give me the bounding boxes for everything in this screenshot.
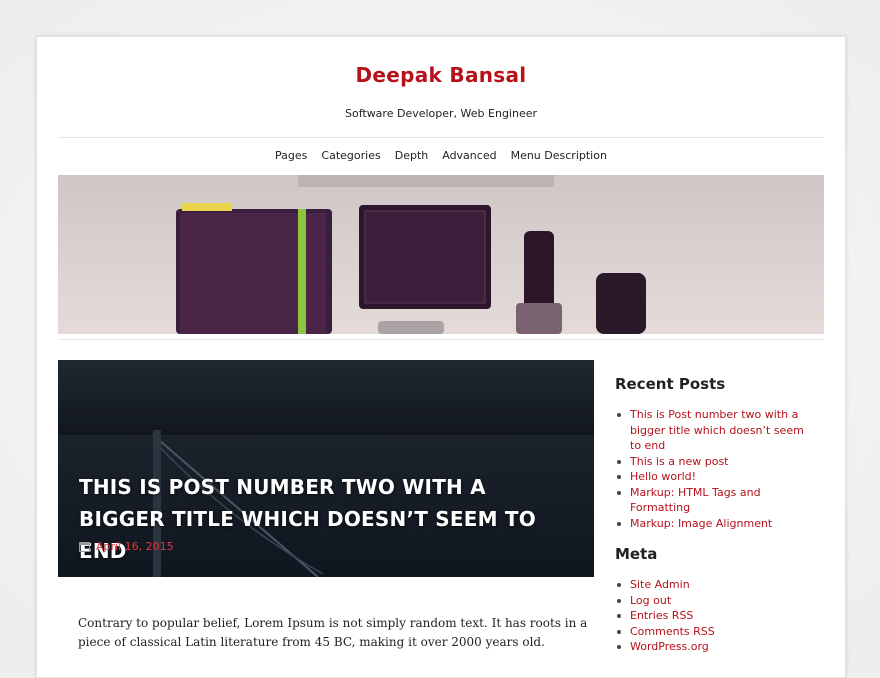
recent-post-link[interactable]: Markup: HTML Tags and Formatting [617, 485, 815, 516]
nav-item-depth[interactable]: Depth [395, 149, 429, 162]
nav-item-categories[interactable]: Categories [321, 149, 380, 162]
nav-item-menu-description[interactable]: Menu Description [511, 149, 607, 162]
sidebar: Recent Posts This is Post number two wit… [615, 375, 815, 669]
meta-widget: Meta Site Admin Log out Entries RSS Comm… [615, 545, 815, 655]
recent-post-link[interactable]: This is Post number two with a bigger ti… [617, 407, 815, 454]
recent-posts-title: Recent Posts [615, 375, 726, 393]
meta-link-site-admin[interactable]: Site Admin [617, 577, 815, 593]
meta-link-entries-rss[interactable]: Entries RSS [617, 608, 815, 624]
post-date-text[interactable]: April 16, 2015 [96, 540, 174, 553]
header-image [58, 175, 824, 334]
recent-post-link[interactable]: Hello world! [617, 469, 815, 485]
calendar-icon [79, 541, 90, 552]
meta-link-log-out[interactable]: Log out [617, 593, 815, 609]
divider [58, 339, 824, 340]
featured-post[interactable]: This is Post number two with a bigger ti… [58, 360, 594, 577]
meta-link-wordpress[interactable]: WordPress.org [617, 639, 815, 655]
recent-posts-widget: Recent Posts This is Post number two wit… [615, 375, 815, 531]
meta-list: Site Admin Log out Entries RSS Comments … [615, 577, 815, 655]
page-container: Deepak Bansal Software Developer, Web En… [36, 36, 846, 678]
nav-item-pages[interactable]: Pages [275, 149, 307, 162]
site-description: Software Developer, Web Engineer [344, 107, 538, 120]
site-title[interactable]: Deepak Bansal [37, 63, 845, 87]
post-excerpt: Contrary to popular belief, Lorem Ipsum … [78, 616, 588, 649]
meta-title: Meta [615, 545, 658, 563]
recent-posts-list: This is Post number two with a bigger ti… [615, 407, 815, 531]
primary-nav: Pages Categories Depth Advanced Menu Des… [37, 149, 845, 162]
meta-link-comments-rss[interactable]: Comments RSS [617, 624, 815, 640]
recent-post-link[interactable]: This is a new post [617, 454, 815, 470]
divider [58, 137, 824, 138]
recent-post-link[interactable]: Markup: Image Alignment [617, 516, 815, 532]
post-date[interactable]: April 16, 2015 [79, 540, 174, 553]
nav-item-advanced[interactable]: Advanced [442, 149, 496, 162]
